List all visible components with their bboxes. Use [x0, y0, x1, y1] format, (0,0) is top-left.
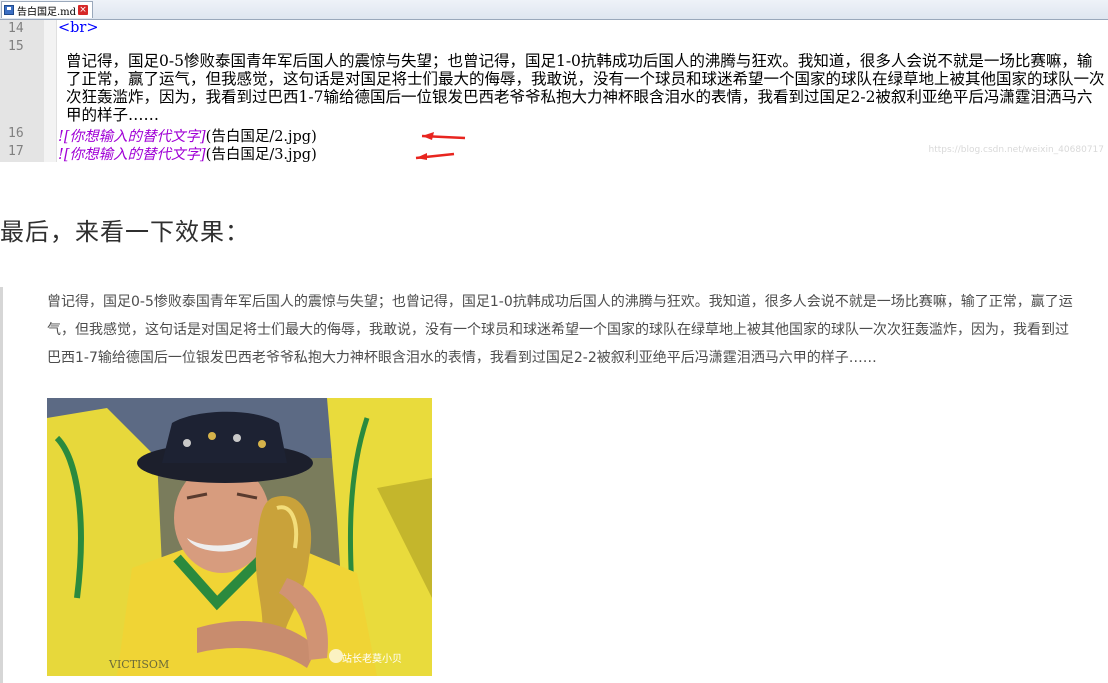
photo-credit: 站长老莫小贝: [342, 654, 402, 665]
blockquote-bar: [0, 287, 3, 683]
section-heading: 最后，来看一下效果：: [0, 218, 250, 246]
watermark-text: https://blog.csdn.net/weixin_40680717: [928, 145, 1104, 155]
fold-margin: [44, 20, 57, 162]
arrowhead-icon: [422, 132, 434, 140]
shirt-text: VICTISOM: [108, 658, 169, 671]
editor-tab-bar: 告白国足.md ×: [0, 0, 1108, 20]
line-number: 16: [8, 126, 24, 141]
fan-photo-illustration: VICTISOM: [47, 398, 432, 676]
alt-text: 你想输入的替代文字: [69, 147, 200, 163]
tab-name: 告白国足.md: [17, 6, 77, 18]
close-icon[interactable]: ×: [78, 5, 89, 15]
annotation-arrows: [415, 132, 466, 160]
br-tag: <br>: [58, 20, 99, 36]
image-path: (告白国足/3.jpg): [205, 147, 317, 163]
preview-paragraph: 曾记得，国足0-5惨败泰国青年军后国人的震惊与失望；也曾记得，国足1-0抗韩成功…: [47, 294, 1073, 366]
editor-screenshot: 告白国足.md × 14 15 16 17 <br> 曾记得，国足0-5惨败泰国…: [0, 0, 1108, 164]
line-number: 14: [8, 21, 24, 36]
save-icon: [4, 5, 14, 15]
code-line-14[interactable]: <br>: [58, 20, 99, 36]
line-number: 17: [8, 144, 24, 159]
editor-tab[interactable]: 告白国足.md ×: [1, 1, 93, 18]
code-line-15[interactable]: 曾记得，国足0-5惨败泰国青年军后国人的震惊与失望；也曾记得，国足1-0抗韩成功…: [66, 52, 1106, 124]
line-number: 15: [8, 39, 24, 54]
line-number-gutter: 14 15 16 17: [0, 20, 44, 162]
image-syntax-open: ![: [58, 147, 70, 163]
code-line-17[interactable]: ![你想输入的替代文字](告白国足/3.jpg): [58, 143, 317, 164]
fan-photo: VICTISOM: [47, 398, 432, 676]
